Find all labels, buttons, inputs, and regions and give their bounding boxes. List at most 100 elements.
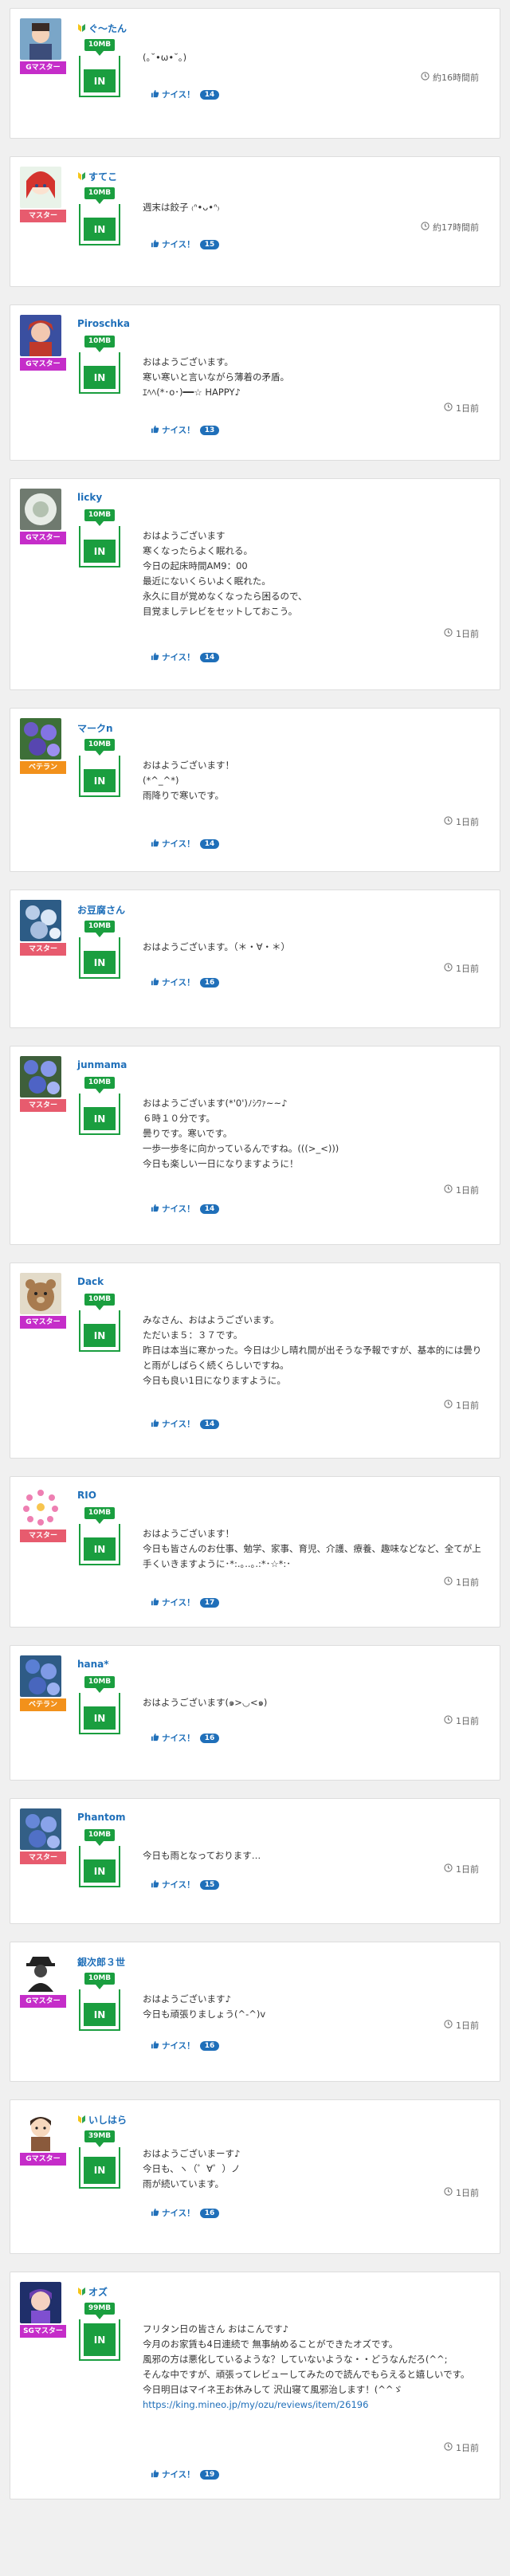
nice-button[interactable]: ナイス！ 15 [151, 1879, 220, 1891]
nice-button[interactable]: ナイス！ 16 [151, 1732, 220, 1744]
user-name-text[interactable]: hana* [77, 1659, 109, 1670]
nice-button[interactable]: ナイス！ 14 [151, 838, 220, 850]
user-name-text[interactable]: オズ [88, 2285, 108, 2299]
review-link[interactable]: https://king.mineo.jp/my/ozu/reviews/ite… [143, 2399, 368, 2410]
user-info: マスター [20, 1808, 66, 1864]
avatar[interactable] [20, 315, 61, 356]
nice-button[interactable]: ナイス！ 14 [151, 1203, 220, 1215]
user-name-text[interactable]: Phantom [77, 1812, 125, 1823]
data-meter-box: IN [79, 56, 120, 97]
user-name-text[interactable]: いしはら [88, 2113, 127, 2126]
user-name-text[interactable]: 銀次郎３世 [77, 1955, 125, 1969]
nice-button[interactable]: ナイス！ 14 [151, 1418, 220, 1430]
data-meter-box: IN [79, 2147, 120, 2189]
user-name[interactable]: すてこ [77, 170, 117, 183]
user-name[interactable]: hana* [77, 1659, 109, 1670]
post-text-line: 風邪の方は悪化しているような？していないような・・どうなんだろ(^^; [143, 2354, 448, 2365]
user-name[interactable]: オズ [77, 2285, 108, 2299]
user-name[interactable]: 銀次郎３世 [77, 1955, 125, 1969]
user-name-text[interactable]: お豆腐さん [77, 903, 125, 917]
data-meter-label: IN [93, 75, 106, 87]
avatar[interactable] [20, 900, 61, 941]
clock-icon [444, 963, 453, 974]
user-name-text[interactable]: すてこ [88, 170, 117, 183]
user-name-text[interactable]: licky [77, 492, 102, 503]
data-meter-box: IN [79, 1310, 120, 1352]
avatar[interactable] [20, 18, 61, 60]
rank-badge: Gマスター [20, 532, 66, 544]
clock-icon [444, 816, 453, 827]
nice-count: 16 [199, 2208, 220, 2218]
post-time: 1日前 [444, 1399, 479, 1412]
user-name-text[interactable]: Piroschka [77, 318, 130, 329]
avatar[interactable] [20, 1952, 61, 1993]
nice-count: 14 [199, 1419, 220, 1429]
avatar[interactable] [20, 1655, 61, 1697]
data-meter-label: IN [93, 956, 106, 968]
nice-count: 16 [199, 1733, 220, 1743]
nice-button[interactable]: ナイス！ 16 [151, 2040, 220, 2052]
rank-badge: Gマスター [20, 1995, 66, 2008]
avatar[interactable] [20, 489, 61, 530]
post-text-line: おはようございます(*'0')ﾉｼﾜｧ~~♪ [143, 1098, 288, 1109]
avatar[interactable] [20, 2282, 61, 2323]
post-text-line: おはようございます(๑>◡<๑) [143, 1697, 268, 1708]
data-meter: 10MB IN [77, 921, 122, 979]
user-name[interactable]: RIO [77, 1490, 96, 1501]
clock-icon [444, 402, 453, 414]
user-name[interactable]: マークn [77, 721, 113, 735]
nice-button[interactable]: ナイス！ 19 [151, 2468, 220, 2480]
user-name[interactable]: junmama [77, 1059, 127, 1070]
avatar[interactable] [20, 167, 61, 208]
nice-button[interactable]: ナイス！ 16 [151, 976, 220, 988]
avatar[interactable] [20, 1486, 61, 1528]
avatar[interactable] [20, 1056, 61, 1098]
user-name-text[interactable]: junmama [77, 1059, 127, 1070]
user-name[interactable]: いしはら [77, 2113, 127, 2126]
nice-button[interactable]: ナイス！ 17 [151, 1596, 220, 1608]
nice-count: 16 [199, 977, 220, 988]
post-text: (｡˘•ω•˘｡) [143, 50, 482, 65]
user-name-text[interactable]: マークn [77, 721, 113, 735]
beginner-leaf-icon [77, 2286, 86, 2299]
avatar[interactable] [20, 718, 61, 760]
nice-label: ナイス！ [162, 2041, 195, 2051]
post-time: 1日前 [444, 1576, 479, 1588]
clock-icon [444, 1577, 453, 1588]
nice-button[interactable]: ナイス！ 15 [151, 238, 220, 250]
nice-label: ナイス！ [162, 1598, 195, 1608]
avatar[interactable] [20, 1273, 61, 1314]
post-text: みなさん、おはようございます。 ただいま５：３７です。 昨日は本当に寒かった。今日は… [143, 1313, 482, 1388]
thumbs-up-icon [151, 239, 159, 250]
nice-button[interactable]: ナイス！ 13 [151, 424, 220, 436]
clock-icon [444, 1400, 453, 1411]
data-amount: 10MB [84, 39, 115, 51]
post-text: おはようございます 寒くなったらよく眠れる。 今日の起床時間AM9：00 最近にないく… [143, 528, 482, 619]
data-meter-label: IN [93, 545, 106, 557]
nice-label: ナイス！ [162, 1734, 195, 1743]
user-name-text[interactable]: RIO [77, 1490, 96, 1501]
data-meter: 10MB IN [77, 1676, 122, 1734]
user-name[interactable]: licky [77, 492, 102, 503]
user-name-text[interactable]: ぐ～たん [88, 22, 127, 35]
user-name[interactable]: お豆腐さん [77, 903, 125, 917]
avatar[interactable] [20, 1808, 61, 1850]
post-card: ベテラン マークn 10MB IN おはようございます！ (*^_^*) 雨降りで寒いです。… [10, 708, 500, 872]
thumbs-up-icon [151, 1204, 159, 1215]
user-name[interactable]: Piroschka [77, 318, 130, 329]
rank-badge: Gマスター [20, 61, 66, 74]
user-name-text[interactable]: Dack [77, 1276, 104, 1287]
nice-button[interactable]: ナイス！ 14 [151, 651, 220, 663]
nice-button[interactable]: ナイス！ 16 [151, 2207, 220, 2219]
avatar[interactable] [20, 2110, 61, 2151]
post-text: おはようございます。 寒い寒いと言いながら薄着の矛盾。 ｴﾍﾍ(*･o･)━━☆ H… [143, 355, 482, 400]
user-name[interactable]: Dack [77, 1276, 104, 1287]
post-text: 週末は餃子 ₍ᐢ•ᴗ•ᐢ₎ [143, 200, 482, 215]
post-text: おはようございます！ (*^_^*) 雨降りで寒いです。 [143, 758, 482, 803]
post-time-text: 1日前 [456, 629, 479, 639]
clock-icon [421, 72, 430, 83]
nice-button[interactable]: ナイス！ 14 [151, 88, 220, 100]
user-name[interactable]: ぐ～たん [77, 22, 127, 35]
data-amount: 10MB [84, 1676, 115, 1688]
user-name[interactable]: Phantom [77, 1812, 125, 1823]
